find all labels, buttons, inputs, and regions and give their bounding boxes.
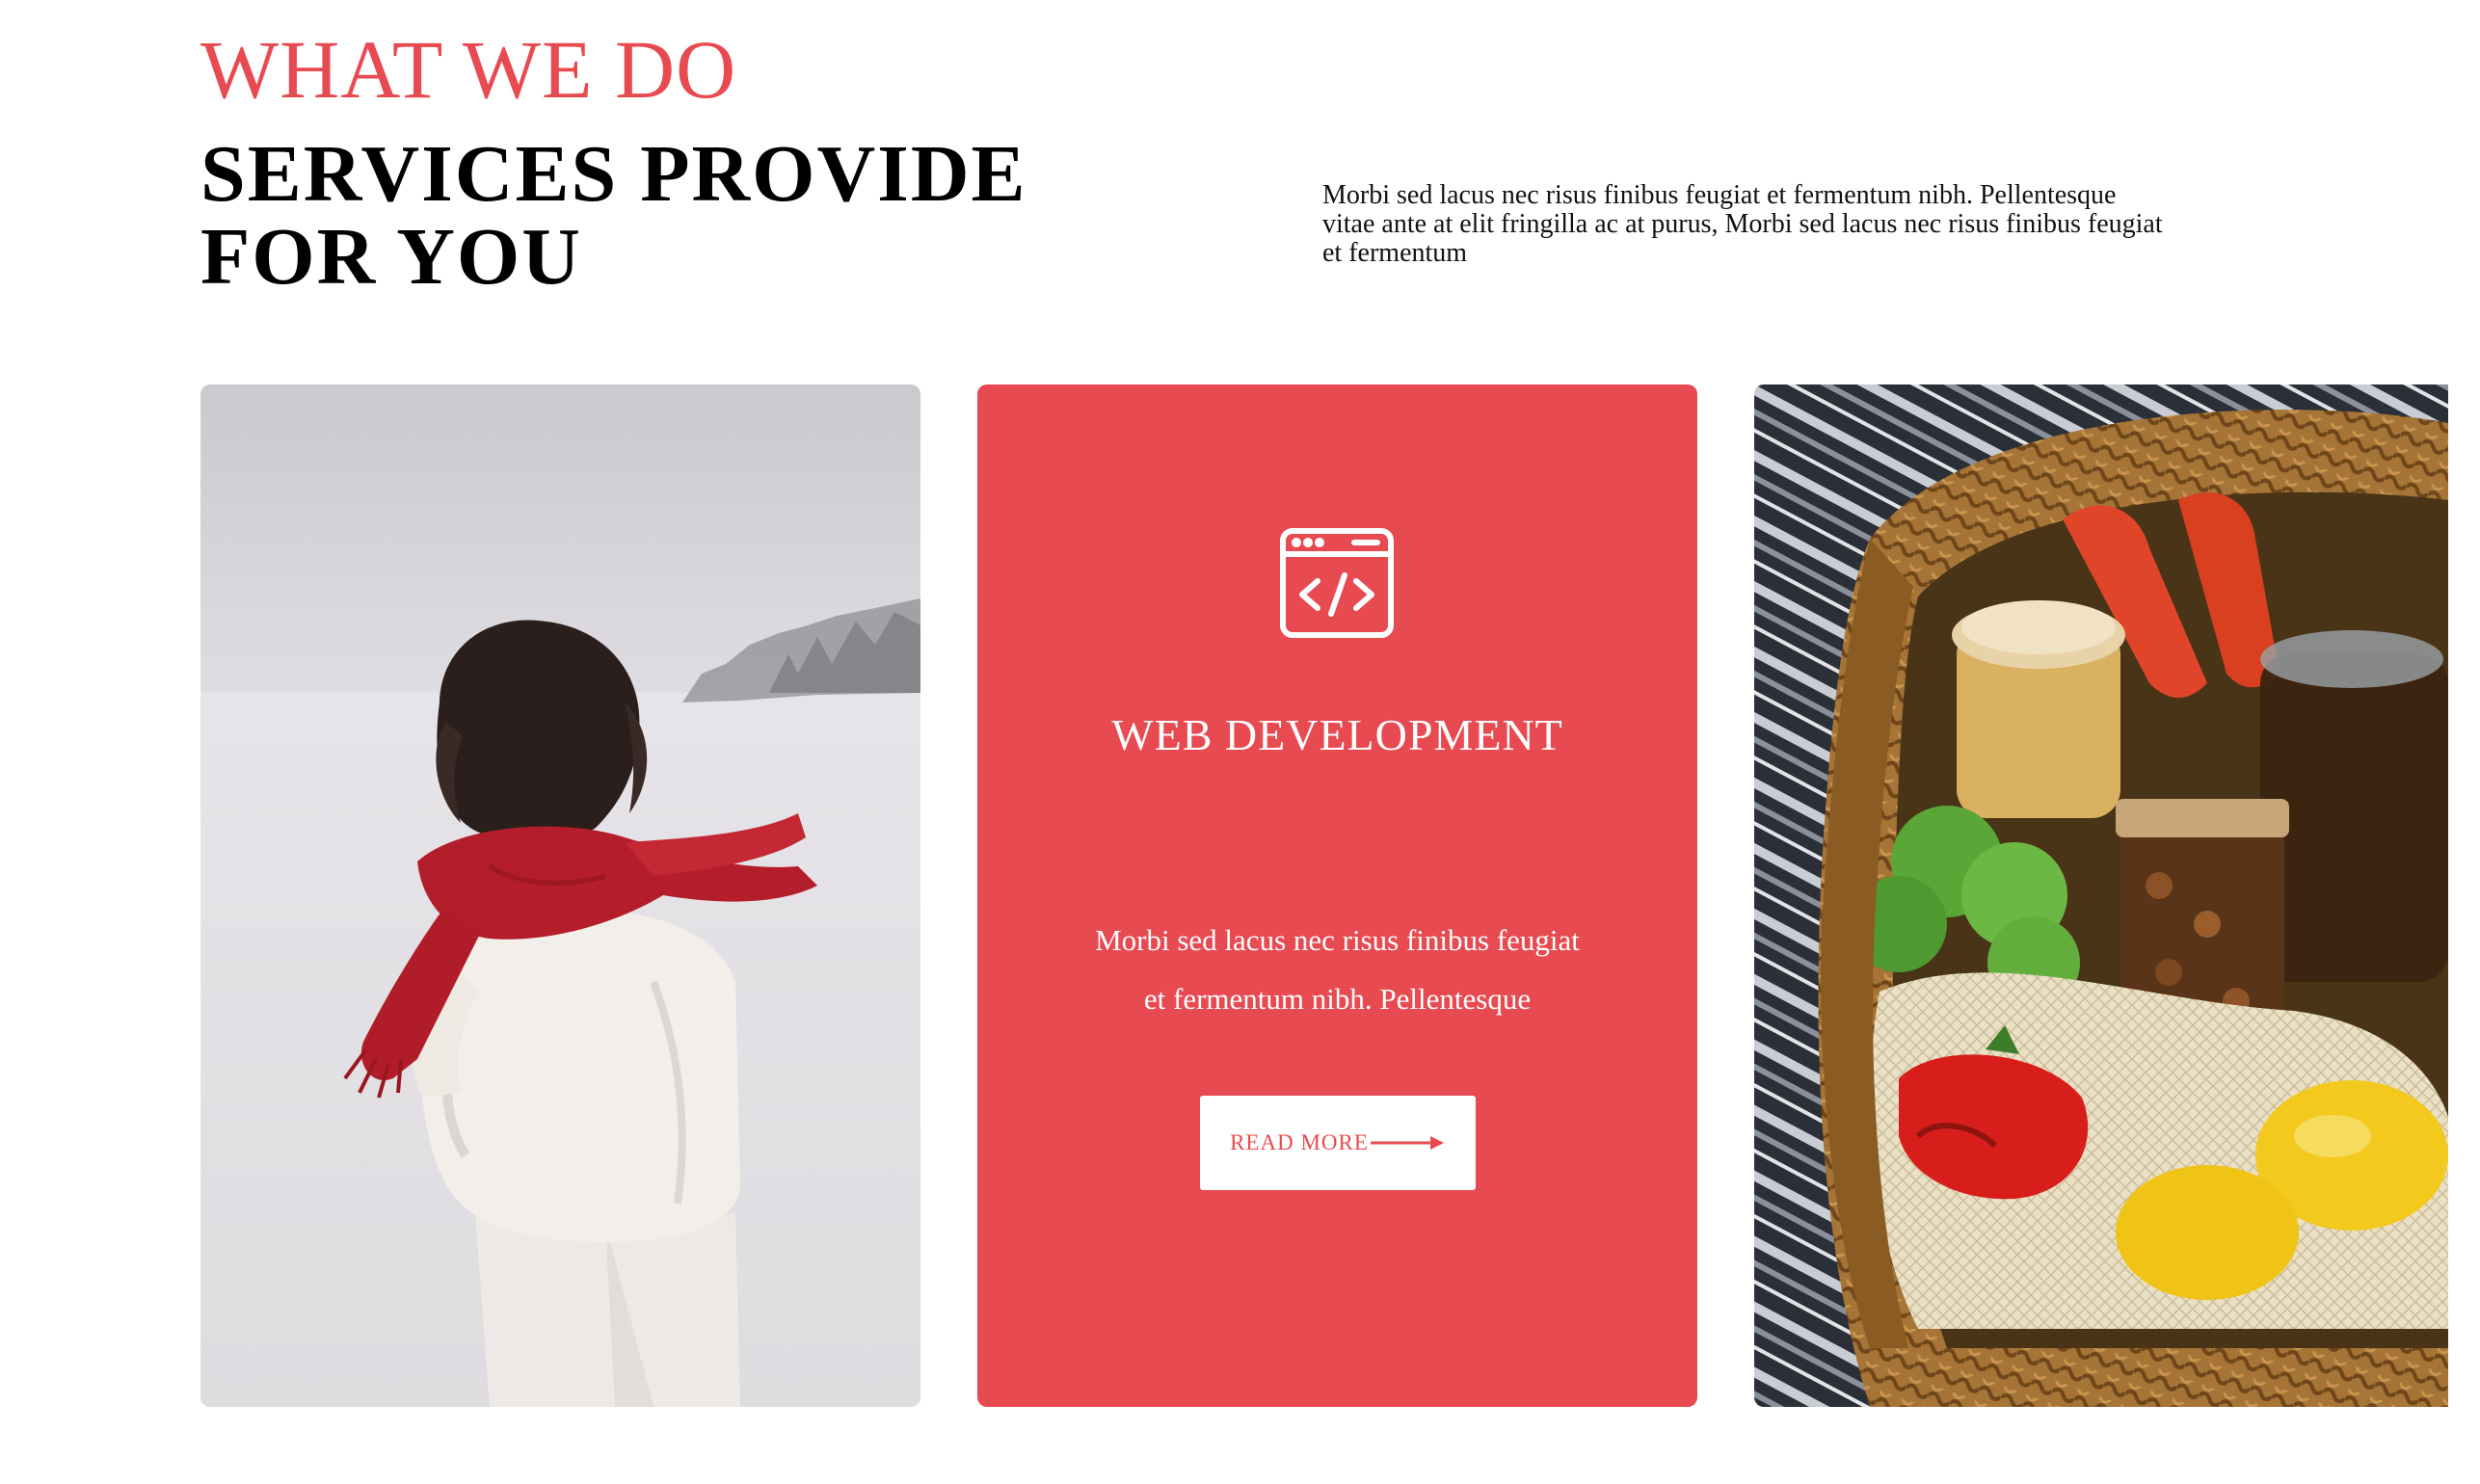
heading-line-2: FOR YOU [200,212,582,302]
arrow-right-icon [1370,1136,1444,1150]
card-description-line-1: Morbi sed lacus nec risus finibus feugia… [1095,923,1580,957]
read-more-button[interactable]: READ MORE [1200,1096,1476,1190]
section-intro: Morbi sed lacus nec risus finibus feugia… [1322,180,2163,268]
code-window-icon [1280,528,1394,638]
heading-line-1: SERVICES PROVIDE [200,129,1027,219]
service-card-image-basket [1754,384,2448,1407]
wicker-basket-groceries-photo [1754,384,2448,1407]
card-description: Morbi sed lacus nec risus finibus feugia… [1074,911,1601,1028]
woman-red-scarf-snow-photo [200,384,920,1407]
read-more-label: READ MORE [1230,1130,1369,1154]
card-title: WEB DEVELOPMENT [1111,710,1563,759]
service-card-image-winter [200,384,920,1407]
section-eyebrow: WHAT WE DO [200,23,737,116]
service-card-web-development: WEB DEVELOPMENT Morbi sed lacus nec risu… [977,384,1697,1407]
section-heading: SERVICES PROVIDE FOR YOU [200,133,1068,299]
card-description-line-2: et fermentum nibh. Pellentesque [1143,982,1532,1016]
